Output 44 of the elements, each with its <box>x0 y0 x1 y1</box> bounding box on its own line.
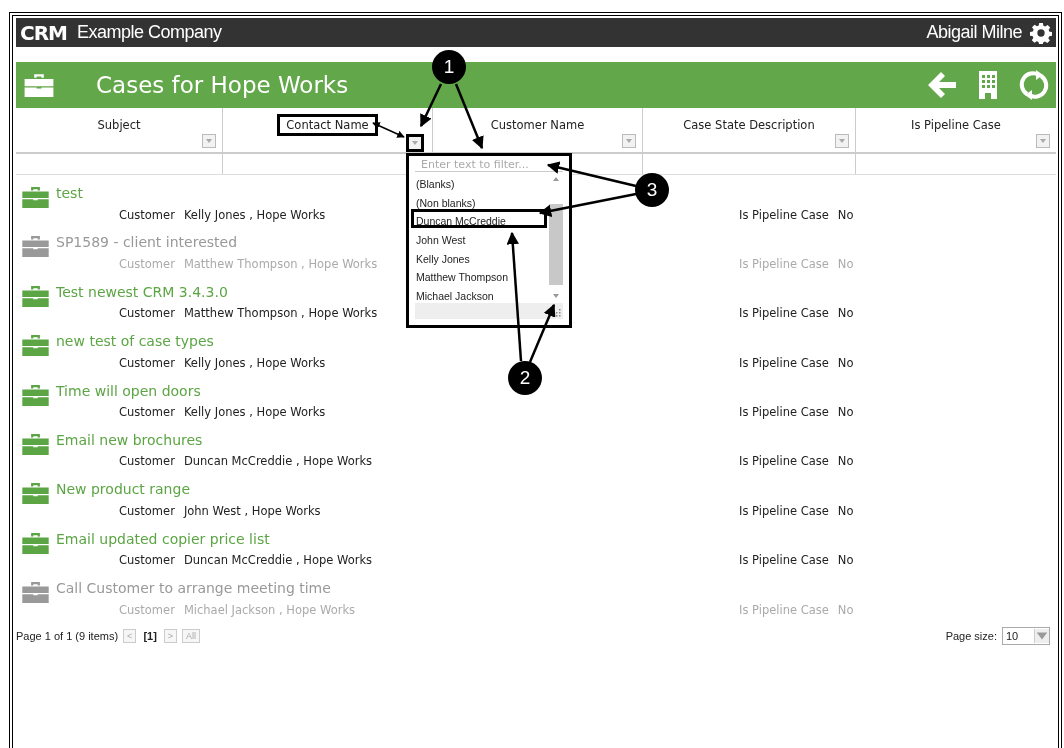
pipeline-label: Is Pipeline Case <box>739 355 829 370</box>
page-title: Cases for Hope Works <box>96 72 349 98</box>
pipeline-value: No <box>837 355 854 370</box>
pipeline-value: No <box>837 306 854 321</box>
customer-label: Customer <box>119 503 175 518</box>
contact-name: Michael Jackson , Hope Works <box>183 602 356 617</box>
contact-name: Matthew Thompson , Hope Works <box>183 256 378 271</box>
page-size-label: Page size: <box>945 629 997 642</box>
contact-name: John West , Hope Works <box>183 503 321 518</box>
logo: CRM <box>20 20 67 45</box>
pipeline-value: No <box>837 503 854 518</box>
customer-label: Customer <box>119 207 175 222</box>
pipeline-label: Is Pipeline Case <box>739 553 829 568</box>
pipeline-value: No <box>837 207 854 222</box>
contact-name: Kelly Jones , Hope Works <box>183 405 326 420</box>
pipeline-label: Is Pipeline Case <box>739 602 829 617</box>
customer-label: Customer <box>119 256 175 271</box>
pipeline-value: No <box>837 256 854 271</box>
customer-label: Customer <box>119 306 175 321</box>
callout-number: 1 <box>432 50 466 84</box>
customer-label: Customer <box>119 355 175 370</box>
contact-name: Matthew Thompson , Hope Works <box>183 306 378 321</box>
page-summary: Page 1 of 1 (9 items) <box>16 629 119 642</box>
pipeline-value: No <box>837 602 854 617</box>
contact-name: Kelly Jones , Hope Works <box>183 355 326 370</box>
callout-number: 2 <box>508 361 542 395</box>
pipeline-label: Is Pipeline Case <box>739 207 829 222</box>
customer-label: Customer <box>119 454 175 469</box>
customer-label: Customer <box>119 602 175 617</box>
company-name: Example Company <box>77 22 222 43</box>
pipeline-label: Is Pipeline Case <box>739 405 829 420</box>
customer-label: Customer <box>119 405 175 420</box>
pipeline-value: No <box>837 454 854 469</box>
pipeline-label: Is Pipeline Case <box>739 256 829 271</box>
pipeline-label: Is Pipeline Case <box>739 454 829 469</box>
contact-name: Duncan McCreddie , Hope Works <box>183 553 373 568</box>
customer-label: Customer <box>119 553 175 568</box>
contact-name: Kelly Jones , Hope Works <box>183 207 326 222</box>
callout-number: 3 <box>635 173 669 207</box>
pipeline-value: No <box>837 405 854 420</box>
pipeline-value: No <box>837 553 854 568</box>
contact-name: Duncan McCreddie , Hope Works <box>183 454 373 469</box>
pipeline-label: Is Pipeline Case <box>739 306 829 321</box>
pipeline-label: Is Pipeline Case <box>739 503 829 518</box>
